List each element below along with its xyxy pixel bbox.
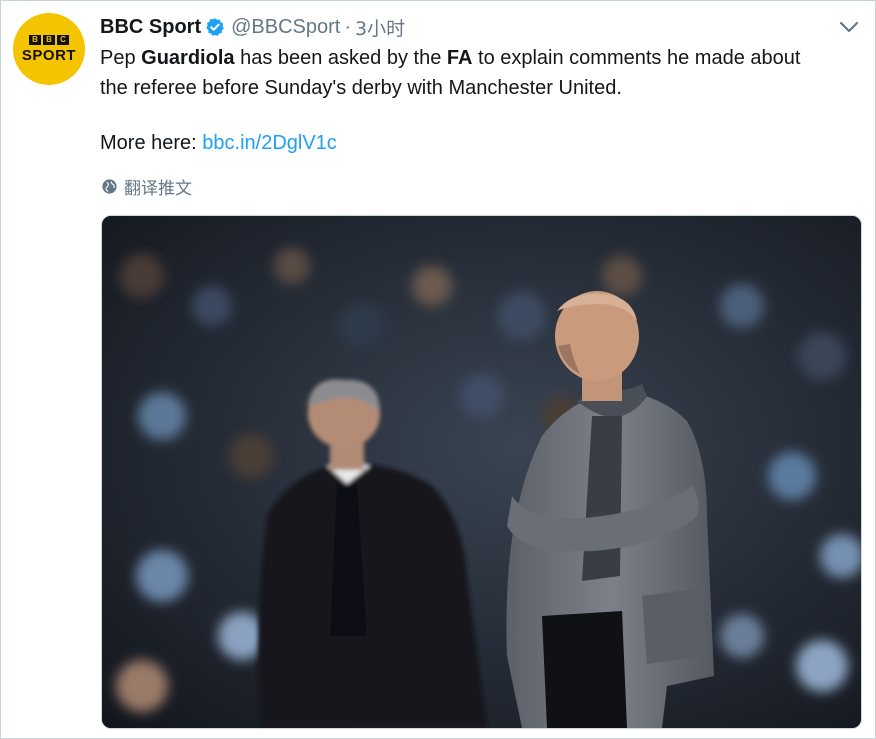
avatar[interactable]: BBC SPORT bbox=[13, 13, 85, 85]
tweet-text-line-2: the referee before Sunday's derby with M… bbox=[100, 77, 622, 99]
photo-illustration bbox=[102, 216, 861, 728]
tweet-link[interactable]: bbc.in/2DglV1c bbox=[202, 132, 337, 154]
chevron-down-icon[interactable] bbox=[837, 15, 861, 39]
tweet-photo[interactable] bbox=[101, 215, 862, 729]
author-handle[interactable]: @BBCSport bbox=[231, 16, 340, 39]
translate-label: 翻译推文 bbox=[124, 179, 192, 199]
translate-tweet-button[interactable]: 翻译推文 bbox=[101, 174, 192, 199]
globe-icon bbox=[102, 179, 117, 194]
author-name[interactable]: BBC Sport bbox=[100, 16, 201, 39]
tweet-text-segment: to explain comments he made about bbox=[472, 47, 801, 69]
tweet-card[interactable]: BBC SPORT BBC Sport @BBCSport · 3小时 Pep … bbox=[0, 0, 876, 739]
more-here-label: More here: bbox=[100, 132, 203, 154]
avatar-sport-text: SPORT bbox=[21, 46, 77, 64]
tweet-text-line-1: Pep Guardiola has been asked by the FA t… bbox=[100, 43, 850, 73]
tweet-text: Pep Guardiola has been asked by the FA t… bbox=[100, 43, 850, 103]
bbc-logo-blocks: BBC bbox=[29, 34, 69, 45]
tweet-text-bold-fa: FA bbox=[446, 47, 473, 69]
tweet-timestamp[interactable]: 3小时 bbox=[355, 14, 405, 41]
tweet-text-segment: has been asked by the bbox=[234, 47, 447, 69]
tweet-header: BBC Sport @BBCSport · 3小时 bbox=[100, 13, 405, 41]
more-here-line: More here: bbc.in/2DglV1c bbox=[100, 132, 337, 155]
tweet-text-segment: Pep bbox=[100, 47, 142, 69]
header-separator: · bbox=[344, 15, 352, 38]
verified-badge-icon bbox=[206, 18, 225, 36]
tweet-text-bold-guardiola: Guardiola bbox=[141, 47, 235, 69]
